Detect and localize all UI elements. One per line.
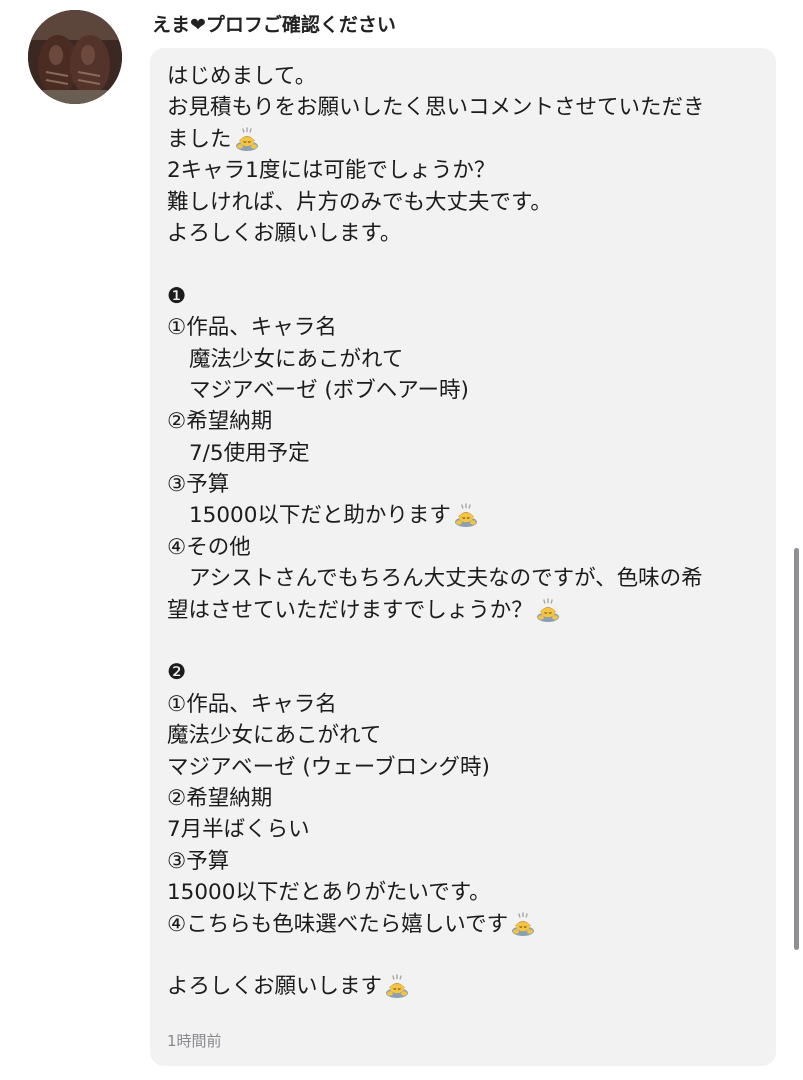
message-line: アシストさんでもちろん大丈夫なのですが、色味の希 xyxy=(167,563,762,594)
message-text: お見積もりをお願いしたく思いコメントさせていただき xyxy=(167,95,705,121)
message-text: 2キャラ1度には可能でしょうか？ xyxy=(167,158,496,184)
timestamp: 1時間前 xyxy=(167,1032,222,1050)
comment-bubble: はじめまして。お見積もりをお願いしたく思いコメントさせていただき ました 2キャラ1… xyxy=(150,48,776,1066)
message-line: ②希望納期 xyxy=(167,783,762,814)
message-line: 7/5使用予定 xyxy=(167,438,762,469)
person-bowing-emoji-icon xyxy=(535,596,561,622)
message-text: 7月半ばくらい xyxy=(167,817,310,843)
message-text: ました xyxy=(167,126,232,152)
message-line: 7月半ばくらい xyxy=(167,814,762,845)
message-line: お見積もりをお願いしたく思いコメントさせていただき xyxy=(167,92,762,123)
message-text: ②希望納期 xyxy=(167,785,273,811)
message-line: よろしくお願いします。 xyxy=(167,218,762,249)
message-line: ④こちらも色味選べたら嬉しいです xyxy=(167,909,762,940)
username[interactable]: えま❤プロフご確認ください xyxy=(152,10,396,37)
message-line: 15000以下だとありがたいです。 xyxy=(167,877,762,908)
message-line xyxy=(167,940,762,971)
message-text: 魔法少女にあこがれて xyxy=(189,346,404,372)
message-text: ❷ xyxy=(167,660,187,686)
message-text: ④こちらも色味選べたら嬉しいです xyxy=(167,911,509,937)
message-text: ①作品、キャラ名 xyxy=(167,691,337,717)
message-line: マジアベーゼ (ウェーブロング時) xyxy=(167,752,762,783)
message-body: はじめまして。お見積もりをお願いしたく思いコメントさせていただき ました 2キャラ1… xyxy=(167,61,762,1003)
message-text: 難しければ、片方のみでも大丈夫です。 xyxy=(167,189,552,215)
message-line: ❷ xyxy=(167,657,762,688)
message-text xyxy=(167,943,174,968)
message-line: マジアベーゼ (ボブヘアー時) xyxy=(167,375,762,406)
message-text: マジアベーゼ (ウェーブロング時) xyxy=(167,754,490,780)
message-line: ①作品、キャラ名 xyxy=(167,689,762,720)
message-line: ③予算 xyxy=(167,846,762,877)
message-line xyxy=(167,626,762,657)
message-line: 15000以下だと助かります xyxy=(167,500,762,531)
message-text: はじめまして。 xyxy=(167,64,317,89)
message-text: ①作品、キャラ名 xyxy=(167,315,337,341)
boots-photo-icon xyxy=(28,10,122,104)
person-bowing-emoji-icon xyxy=(384,972,410,999)
person-bowing-emoji-icon xyxy=(510,910,536,936)
message-text: ④その他 xyxy=(167,534,251,560)
message-line xyxy=(167,249,762,280)
message-line: はじめまして。 xyxy=(167,61,762,92)
message-line: ❶ xyxy=(167,281,762,312)
message-text: よろしくお願いします xyxy=(167,974,383,1000)
message-text: ②希望納期 xyxy=(167,409,273,435)
message-text xyxy=(167,629,174,654)
message-line: よろしくお願いします xyxy=(167,971,762,1002)
message-line: 魔法少女にあこがれて xyxy=(167,344,762,375)
person-bowing-emoji-icon xyxy=(453,501,479,528)
message-line: ④その他 xyxy=(167,532,762,563)
person-bowing-emoji-icon xyxy=(234,125,260,151)
message-text: 望はさせていただけますでしょうか？ xyxy=(167,597,533,623)
message-text: ❶ xyxy=(167,283,187,309)
message-line: ①作品、キャラ名 xyxy=(167,312,762,343)
message-text: アシストさんでもちろん大丈夫なのですが、色味の希 xyxy=(189,566,703,592)
message-line: 望はさせていただけますでしょうか？ xyxy=(167,595,762,626)
message-line: 魔法少女にあこがれて xyxy=(167,720,762,751)
message-line: ②希望納期 xyxy=(167,406,762,437)
message-text: 7/5使用予定 xyxy=(189,440,310,466)
scrollbar-thumb[interactable] xyxy=(794,548,799,950)
message-text: 魔法少女にあこがれて xyxy=(167,723,382,749)
message-line: 難しければ、片方のみでも大丈夫です。 xyxy=(167,187,762,218)
message-line: ました xyxy=(167,124,762,155)
message-text xyxy=(167,252,174,277)
message-text: ③予算 xyxy=(167,848,230,874)
message-text: よろしくお願いします。 xyxy=(167,220,402,246)
message-text: 15000以下だとありがたいです。 xyxy=(167,880,491,906)
message-text: マジアベーゼ (ボブヘアー時) xyxy=(189,377,469,403)
message-line: 2キャラ1度には可能でしょうか？ xyxy=(167,155,762,186)
message-line: ③予算 xyxy=(167,469,762,500)
comment-screen: えま❤プロフご確認ください はじめまして。お見積もりをお願いしたく思いコメントさ… xyxy=(0,0,803,1080)
message-text: ③予算 xyxy=(167,472,230,498)
avatar[interactable] xyxy=(28,10,122,104)
message-text: 15000以下だと助かります xyxy=(189,503,451,529)
